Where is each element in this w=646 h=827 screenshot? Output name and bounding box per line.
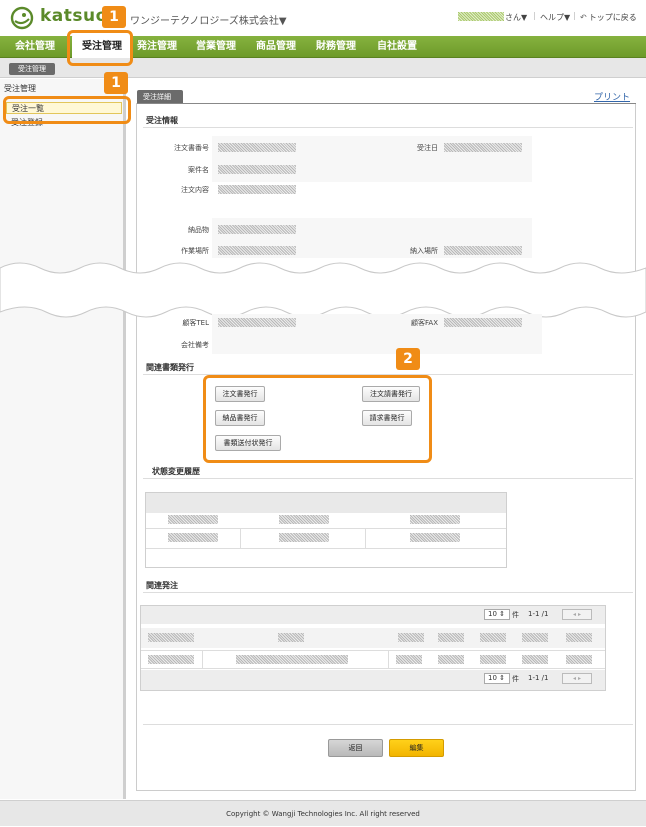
user-name-redacted — [458, 12, 504, 21]
katsuo-logo-icon — [10, 6, 34, 30]
table-column-divider — [388, 650, 389, 668]
nav-item-product[interactable]: 商品管理 — [256, 36, 296, 58]
per-page-select-top[interactable]: 10 ⇕ — [484, 609, 510, 620]
back-to-top-link[interactable]: ↶ トップに戻る — [580, 12, 637, 23]
edit-button[interactable]: 編集 — [389, 739, 444, 757]
value-project — [218, 165, 296, 174]
value-customer-tel — [218, 318, 296, 327]
nav-item-company[interactable]: 会社管理 — [15, 36, 55, 58]
updown-icon: ⇕ — [499, 610, 506, 618]
tab-underline — [137, 103, 636, 104]
callout-badge-2: 2 — [396, 348, 420, 370]
label-company-note: 会社備考 — [181, 341, 209, 349]
section-title-related-docs: 関連書類発行 — [146, 363, 194, 372]
table-cell-redacted — [396, 655, 422, 664]
pager-range: 1-1 /1 — [528, 674, 549, 682]
column-header-redacted — [566, 633, 592, 642]
sidebar-title: 受注管理 — [4, 84, 36, 93]
pager-nav-buttons[interactable]: ◂ ▸ — [562, 609, 592, 620]
column-header-redacted — [480, 633, 506, 642]
pager-range: 1-1 /1 — [528, 610, 549, 618]
footer-copyright: Copyright © Wangji Technologies Inc. All… — [0, 800, 646, 826]
label-work-place: 作業場所 — [181, 247, 209, 255]
table-header-row — [146, 493, 506, 513]
nav-item-settings[interactable]: 自社設置 — [377, 36, 417, 58]
per-page-unit: 件 — [512, 675, 519, 683]
print-link[interactable]: プリント — [594, 90, 630, 103]
section-divider — [143, 724, 633, 725]
table-cell-redacted — [566, 655, 592, 664]
callout-box-2-doc-buttons — [203, 375, 432, 463]
label-project: 案件名 — [188, 166, 209, 174]
value-customer-fax — [444, 318, 522, 327]
table-column-divider — [365, 528, 366, 548]
label-order-content: 注文内容 — [181, 186, 209, 194]
value-delivery — [218, 225, 296, 234]
table-cell-redacted — [438, 655, 464, 664]
return-arrow-icon: ↶ — [580, 13, 587, 22]
value-delivery-place — [444, 246, 522, 255]
table-cell-redacted — [410, 533, 460, 542]
section-title-order-info: 受注情報 — [146, 116, 178, 125]
per-page-unit: 件 — [512, 611, 519, 619]
table-cell-redacted — [236, 655, 348, 664]
column-header-redacted — [398, 633, 424, 642]
table-column-divider — [202, 650, 203, 668]
help-menu[interactable]: ヘルプ▼ — [540, 12, 570, 23]
subnav-orders-button[interactable]: 受注管理 — [9, 63, 55, 75]
callout-badge-1-nav: 1 — [102, 6, 126, 28]
callout-badge-1-sidebar: 1 — [104, 72, 128, 94]
tab-order-detail[interactable]: 受注詳細 — [137, 90, 183, 104]
value-order-date — [444, 143, 522, 152]
company-selector[interactable]: ワンジーテクノロジーズ株式会社▼ — [130, 12, 287, 27]
column-header-redacted — [522, 633, 548, 642]
table-cell-redacted — [480, 655, 506, 664]
column-header-redacted — [438, 633, 464, 642]
pager-nav-buttons[interactable]: ◂ ▸ — [562, 673, 592, 684]
table-row-divider — [146, 528, 506, 529]
table-cell-redacted — [148, 655, 194, 664]
nav-item-sales[interactable]: 営業管理 — [196, 36, 236, 58]
table-cell-redacted — [279, 533, 329, 542]
section-title-status-history: 状態変更履歴 — [152, 467, 200, 476]
value-order-content — [218, 185, 296, 194]
table-cell-redacted — [168, 515, 218, 524]
section-divider — [143, 127, 633, 128]
updown-icon: ⇕ — [499, 674, 506, 682]
section-title-related-orders: 関連発注 — [146, 581, 178, 590]
section-divider — [143, 592, 633, 593]
label-customer-fax: 顧客FAX — [411, 319, 438, 327]
label-order-no: 注文書番号 — [174, 144, 209, 152]
sidebar — [0, 79, 126, 799]
label-order-date: 受注日 — [417, 144, 438, 152]
value-order-no — [218, 143, 296, 152]
value-work-place — [218, 246, 296, 255]
table-row-divider — [141, 650, 605, 651]
torn-page-gap — [0, 262, 646, 318]
nav-item-purchase[interactable]: 発注管理 — [137, 36, 177, 58]
table-cell-redacted — [279, 515, 329, 524]
label-customer-tel: 顧客TEL — [182, 319, 209, 327]
table-cell-redacted — [168, 533, 218, 542]
brand-logo-text[interactable]: katsuo — [40, 6, 108, 26]
table-row-divider — [146, 548, 506, 549]
callout-box-1-sidebar — [3, 96, 131, 124]
label-delivery-place: 納入場所 — [410, 247, 438, 255]
column-header-redacted — [278, 633, 304, 642]
back-button[interactable]: 返回 — [328, 739, 383, 757]
table-column-divider — [240, 528, 241, 548]
table-cell-redacted — [522, 655, 548, 664]
header-separator: | — [533, 11, 536, 20]
user-menu[interactable]: さん▼ — [505, 12, 527, 23]
callout-box-1-nav — [67, 30, 133, 66]
per-page-select-bottom[interactable]: 10 ⇕ — [484, 673, 510, 684]
section-divider — [143, 478, 633, 479]
label-delivery: 納品物 — [188, 226, 209, 234]
table-cell-redacted — [410, 515, 460, 524]
nav-item-finance[interactable]: 財務管理 — [316, 36, 356, 58]
table-row-divider — [141, 668, 605, 669]
header-separator: | — [573, 11, 576, 20]
column-header-redacted — [148, 633, 194, 642]
